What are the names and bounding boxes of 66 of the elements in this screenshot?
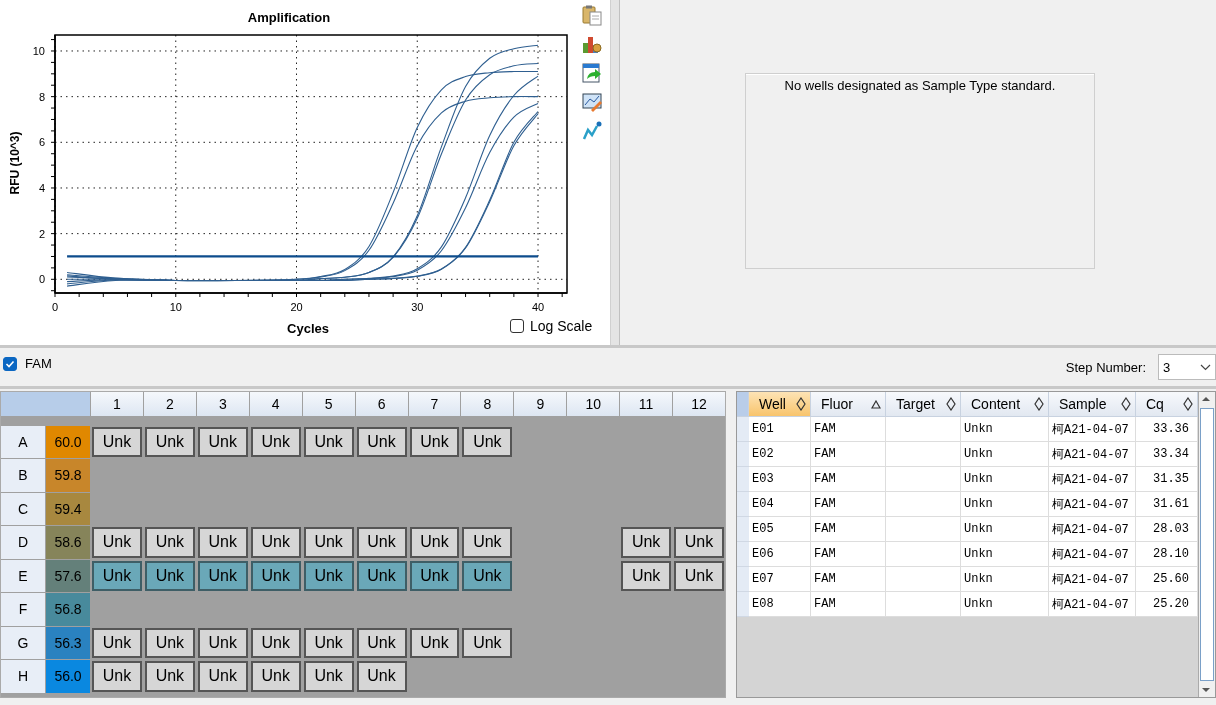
table-cell: E02	[749, 442, 811, 467]
table-cell: FAM	[811, 592, 886, 617]
table-cell: Unkn	[961, 492, 1049, 517]
temperature-cell: 57.6	[46, 559, 90, 592]
table-cell: 柯A21-04-07	[1049, 492, 1136, 517]
table-cell: Unkn	[961, 467, 1049, 492]
temperature-cell: 56.8	[46, 593, 90, 626]
y-tick-label: 10	[32, 45, 45, 57]
temperature-cell: 56.0	[46, 660, 90, 693]
table-cell: 31.61	[1136, 492, 1198, 517]
x-tick-label: 10	[169, 301, 182, 313]
table-cell: E06	[749, 542, 811, 567]
table-cell: 28.10	[1136, 542, 1198, 567]
temperature-cell: 59.4	[46, 492, 90, 525]
table-cell: E07	[749, 567, 811, 592]
message-panel: No wells designated as Sample Type standard.	[745, 73, 1095, 269]
y-tick-label: 2	[38, 227, 45, 240]
x-tick-label: 40	[531, 301, 545, 313]
table-cell: Unkn	[961, 542, 1049, 567]
table-cell: 柯A21-04-07	[1049, 467, 1136, 492]
temperature-cell: 59.8	[46, 459, 90, 492]
x-tick-label: 30	[411, 301, 424, 313]
table-cell: 25.20	[1136, 592, 1198, 617]
table-cell: FAM	[811, 417, 886, 442]
chart-title: Amplification	[247, 10, 331, 25]
y-tick-label: 4	[38, 181, 45, 194]
table-cell: 柯A21-04-07	[1049, 442, 1136, 467]
table-cell: E01	[749, 417, 811, 442]
y-axis-label: RFU (10^3)	[8, 131, 22, 195]
table-cell: 柯A21-04-07	[1049, 517, 1136, 542]
table-cell: Unkn	[961, 567, 1049, 592]
table-cell: 33.34	[1136, 442, 1198, 467]
temperature-cell: 60.0	[46, 425, 90, 458]
table-cell: E04	[749, 492, 811, 517]
x-tick-label: 20	[290, 301, 303, 313]
temperature-cell: 58.6	[46, 526, 90, 559]
table-cell: FAM	[811, 492, 886, 517]
table-cell: 33.36	[1136, 417, 1198, 442]
table-cell: FAM	[811, 442, 886, 467]
table-cell: FAM	[811, 567, 886, 592]
table-cell: Unkn	[961, 417, 1049, 442]
fluor-label: FAM	[25, 356, 52, 371]
y-tick-label: 0	[38, 273, 45, 286]
x-tick-label: 0	[51, 301, 59, 313]
table-cell: 28.03	[1136, 517, 1198, 542]
y-tick-label: 8	[38, 90, 45, 103]
y-tick-label: 6	[38, 136, 45, 149]
step-number-label: Step Number:	[1065, 359, 1146, 375]
table-cell: FAM	[811, 517, 886, 542]
table-cell: 柯A21-04-07	[1049, 542, 1136, 567]
table-cell: E05	[749, 517, 811, 542]
table-cell: E08	[749, 592, 811, 617]
table-cell: Unkn	[961, 592, 1049, 617]
table-cell: 柯A21-04-07	[1049, 592, 1136, 617]
table-cell: 柯A21-04-07	[1049, 567, 1136, 592]
x-axis-label: Cycles	[287, 321, 329, 336]
table-cell: Unkn	[961, 442, 1049, 467]
table-cell: 柯A21-04-07	[1049, 417, 1136, 442]
table-cell: FAM	[811, 542, 886, 567]
table-cell: FAM	[811, 467, 886, 492]
table-cell: E03	[749, 467, 811, 492]
table-cell: Unkn	[961, 517, 1049, 542]
temperature-cell: 56.3	[46, 626, 90, 659]
table-cell: 31.35	[1136, 467, 1198, 492]
log-scale-label: Log Scale	[530, 318, 593, 334]
table-cell: 25.60	[1136, 567, 1198, 592]
